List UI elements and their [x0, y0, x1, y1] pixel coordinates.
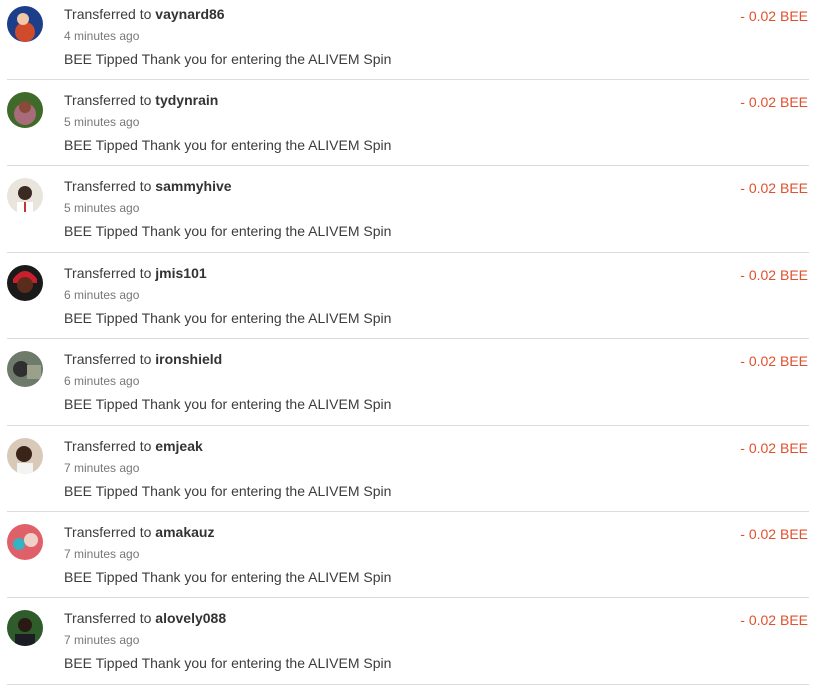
transfer-title: Transferred to vaynard86: [64, 6, 225, 22]
amount: - 0.02 BEE: [740, 353, 808, 370]
memo: BEE Tipped Thank you for entering the AL…: [64, 568, 392, 585]
timestamp[interactable]: 7 minutes ago: [64, 461, 139, 475]
timestamp[interactable]: 5 minutes ago: [64, 201, 139, 215]
avatar-figure: [15, 22, 35, 42]
timestamp[interactable]: 7 minutes ago: [64, 547, 139, 561]
transfer-item: Transferred to sammyhive 5 minutes ago B…: [7, 166, 809, 253]
transfer-item: Transferred to tydynrain 5 minutes ago B…: [7, 80, 809, 167]
avatar[interactable]: [7, 351, 43, 388]
amount: - 0.02 BEE: [740, 94, 808, 110]
transfer-item: Transferred to amakauz 7 minutes ago BEE…: [7, 512, 809, 599]
transfer-item: Transferred to vaynard86 4 minutes ago B…: [7, 0, 809, 80]
transfer-title: Transferred to emjeak: [64, 438, 203, 454]
avatar[interactable]: [7, 6, 43, 42]
memo: BEE Tipped Thank you for entering the AL…: [64, 482, 392, 499]
transfer-prefix: Transferred to: [64, 92, 152, 108]
avatar-figure: [16, 445, 32, 462]
transfer-item: Transferred to jmis101 6 minutes ago BEE…: [7, 253, 809, 340]
memo: BEE Tipped Thank you for entering the AL…: [64, 51, 392, 67]
transfer-title: Transferred to tydynrain: [64, 92, 218, 108]
transfer-prefix: Transferred to: [64, 523, 152, 540]
transfer-item: Transferred to alovely088 7 minutes ago …: [7, 598, 809, 685]
amount: - 0.02 BEE: [740, 439, 808, 456]
transfer-title: Transferred to alovely088: [64, 610, 226, 626]
avatar-figure: [17, 276, 33, 293]
avatar[interactable]: [7, 178, 43, 215]
avatar-figure: [18, 186, 32, 201]
amount: - 0.02 BEE: [740, 525, 808, 542]
recipient-username[interactable]: alovely088: [155, 610, 226, 626]
transfer-item: Transferred to ironshield 6 minutes ago …: [7, 339, 809, 426]
transfer-prefix: Transferred to: [64, 610, 152, 627]
avatar[interactable]: [7, 264, 43, 301]
avatar-figure: [13, 537, 25, 550]
memo: BEE Tipped Thank you for entering the AL…: [64, 655, 392, 672]
transfer-title: Transferred to sammyhive: [64, 178, 232, 194]
amount: - 0.02 BEE: [740, 612, 808, 629]
avatar[interactable]: [7, 92, 43, 128]
avatar[interactable]: [7, 523, 43, 560]
transfer-prefix: Transferred to: [64, 437, 152, 454]
timestamp[interactable]: 7 minutes ago: [64, 633, 139, 647]
avatar-figure: [13, 361, 29, 378]
transfer-prefix: Transferred to: [64, 6, 152, 22]
transfer-title: Transferred to ironshield: [64, 351, 222, 367]
recipient-username[interactable]: vaynard86: [155, 6, 224, 22]
timestamp[interactable]: 5 minutes ago: [64, 115, 139, 129]
memo: BEE Tipped Thank you for entering the AL…: [64, 309, 392, 326]
recipient-username[interactable]: sammyhive: [155, 178, 231, 194]
timestamp[interactable]: 4 minutes ago: [64, 29, 139, 43]
memo: BEE Tipped Thank you for entering the AL…: [64, 396, 392, 413]
transfer-list: Transferred to vaynard86 4 minutes ago B…: [0, 0, 824, 685]
memo: BEE Tipped Thank you for entering the AL…: [64, 223, 392, 240]
avatar[interactable]: [7, 610, 43, 647]
transfer-title: Transferred to amakauz: [64, 524, 214, 540]
avatar[interactable]: [7, 437, 43, 474]
amount: - 0.02 BEE: [740, 266, 808, 283]
timestamp[interactable]: 6 minutes ago: [64, 374, 139, 388]
recipient-username[interactable]: amakauz: [155, 524, 214, 540]
recipient-username[interactable]: ironshield: [155, 351, 222, 367]
transfer-title: Transferred to jmis101: [64, 265, 207, 281]
memo: BEE Tipped Thank you for entering the AL…: [64, 137, 392, 153]
recipient-username[interactable]: emjeak: [155, 438, 202, 454]
recipient-username[interactable]: tydynrain: [155, 92, 218, 108]
avatar-figure: [18, 618, 32, 633]
timestamp[interactable]: 6 minutes ago: [64, 288, 139, 302]
amount: - 0.02 BEE: [740, 8, 808, 24]
transfer-prefix: Transferred to: [64, 351, 152, 368]
recipient-username[interactable]: jmis101: [155, 265, 206, 281]
transfer-prefix: Transferred to: [64, 178, 152, 195]
transfer-item: Transferred to emjeak 7 minutes ago BEE …: [7, 426, 809, 512]
transfer-prefix: Transferred to: [64, 264, 152, 281]
amount: - 0.02 BEE: [740, 180, 808, 197]
